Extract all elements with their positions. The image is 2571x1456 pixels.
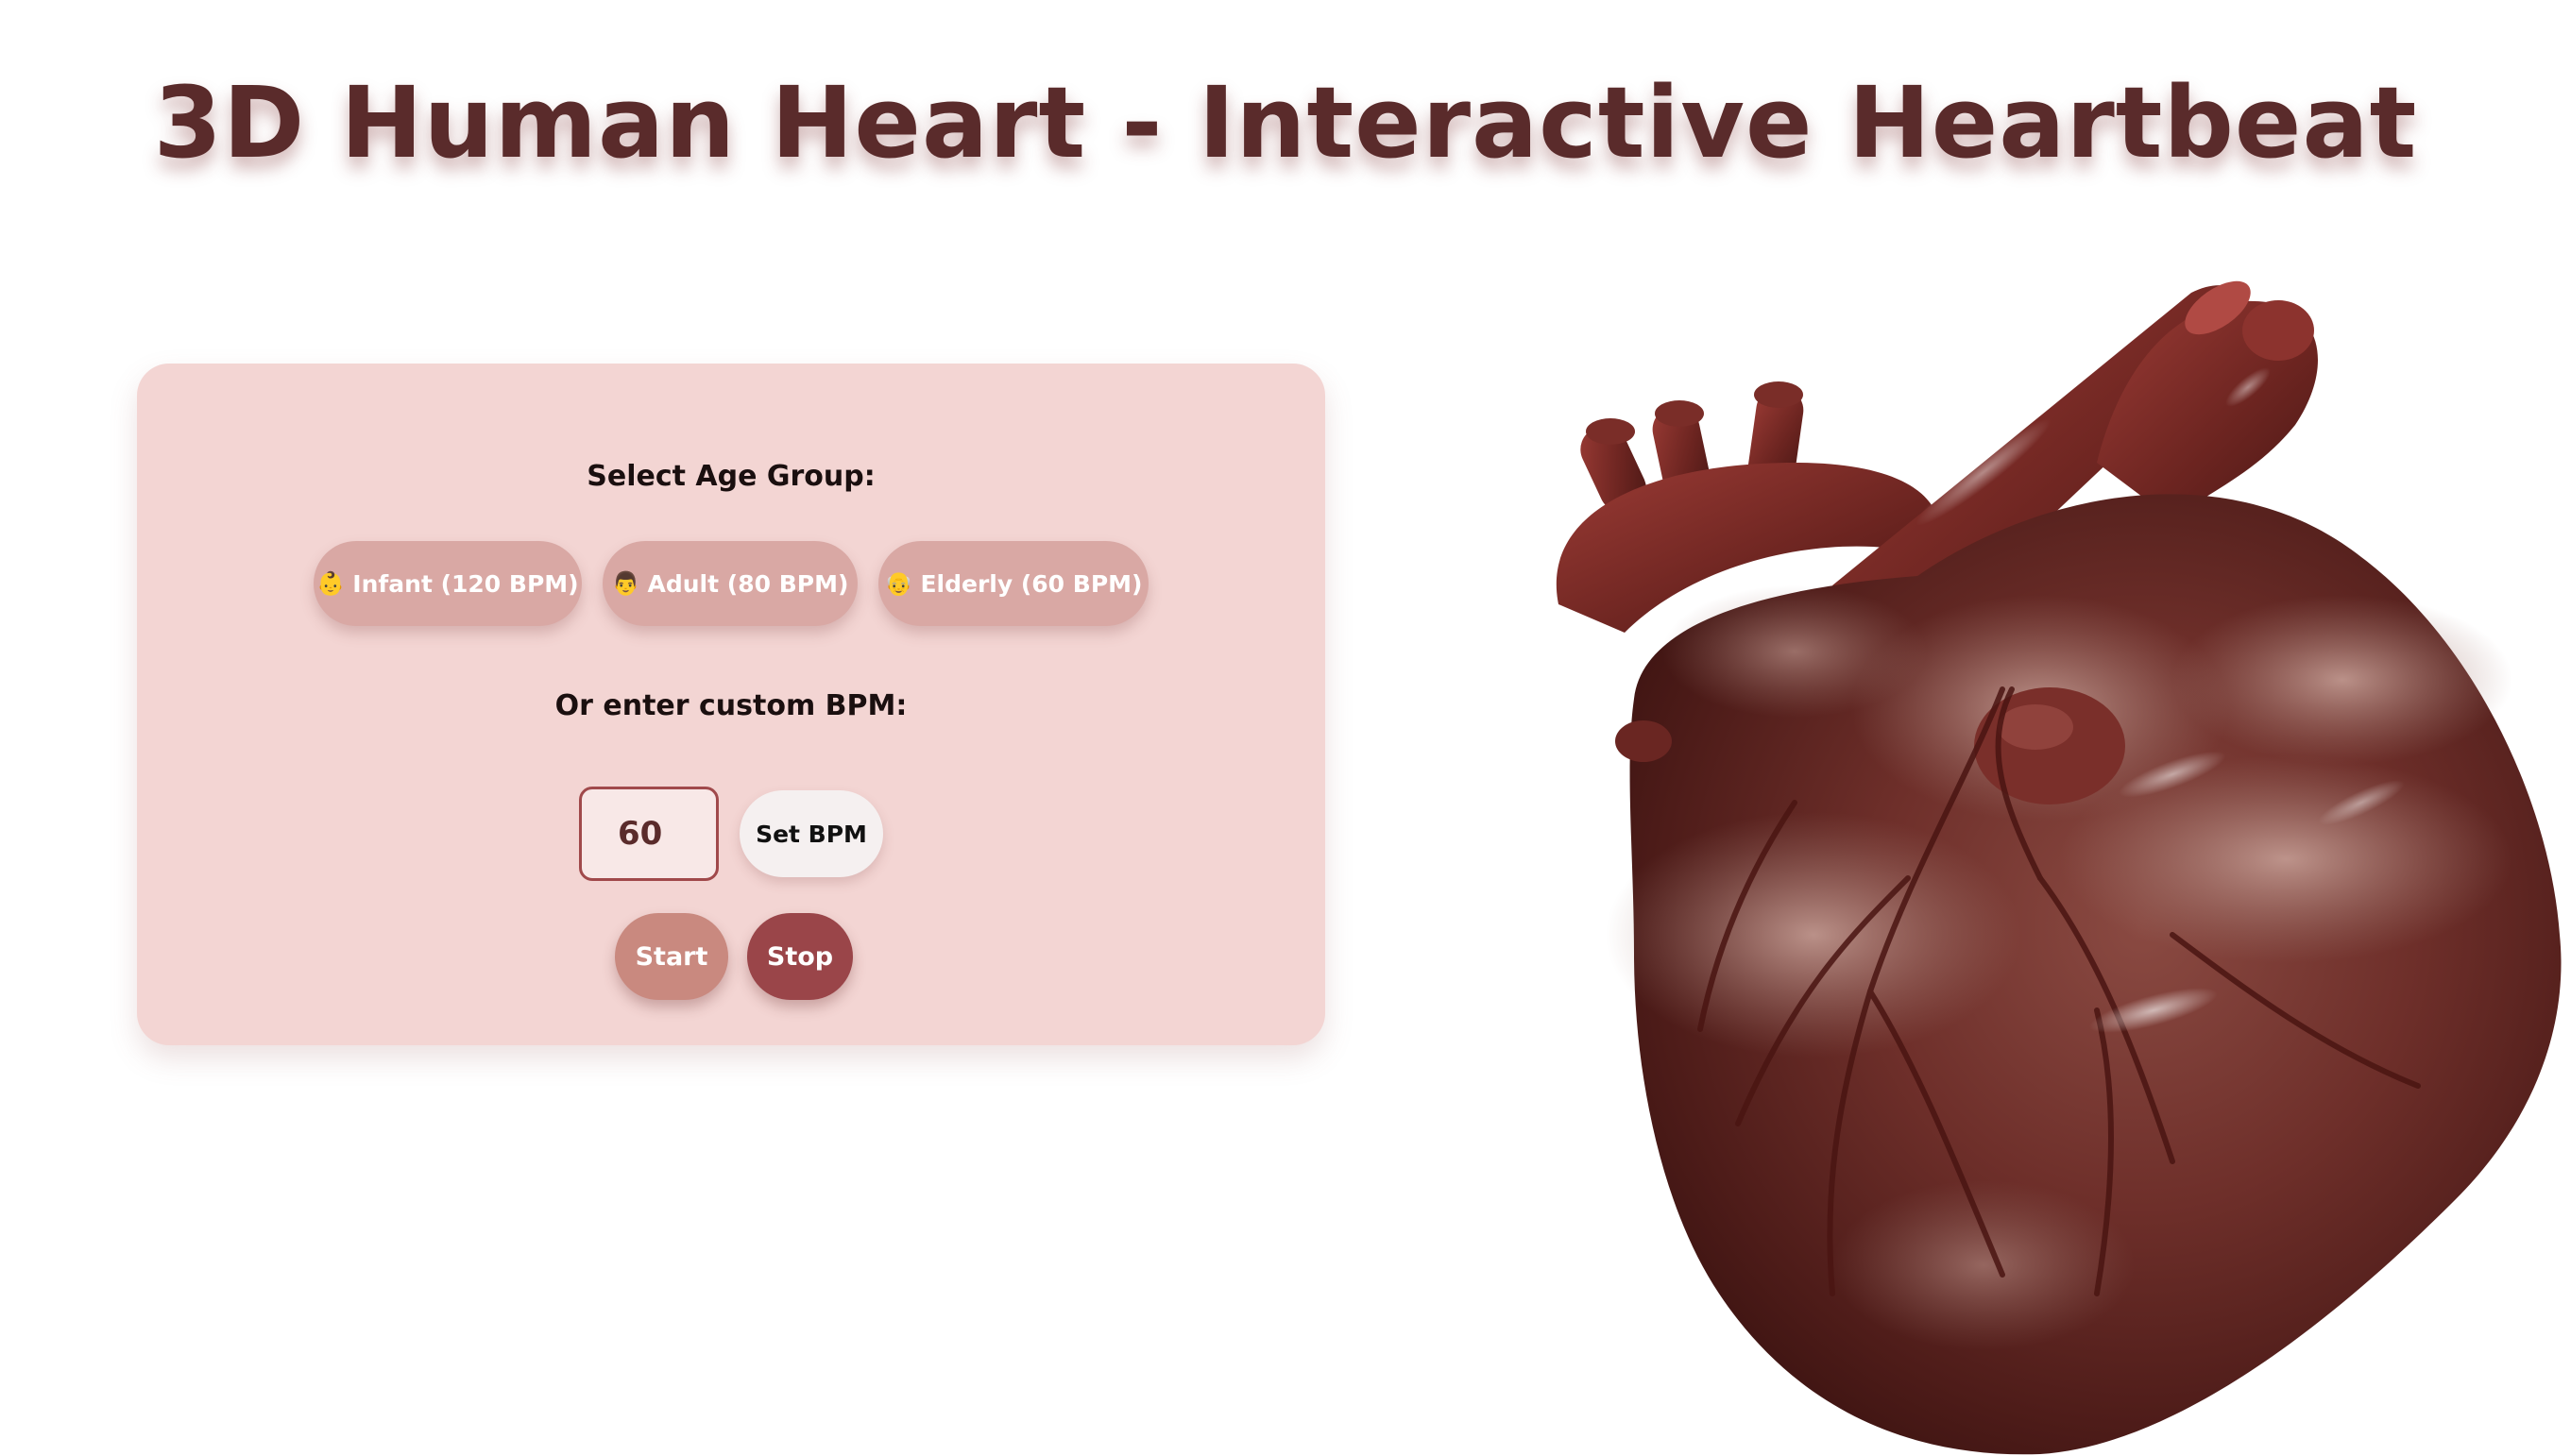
page: 3D Human Heart - Interactive Heartbeat S… [0, 0, 2571, 1456]
man-icon: 👨 [611, 570, 640, 597]
control-panel: Select Age Group: 👶 Infant (120 BPM) 👨 A… [137, 364, 1325, 1045]
old-man-icon: 👴 [884, 570, 913, 597]
start-button[interactable]: Start [615, 913, 728, 1000]
infant-button[interactable]: 👶 Infant (120 BPM) [314, 541, 582, 626]
adult-button-label: Adult (80 BPM) [647, 569, 849, 598]
run-controls: Start Stop [137, 913, 1325, 1000]
custom-bpm-label: Or enter custom BPM: [554, 689, 908, 722]
adult-button[interactable]: 👨 Adult (80 BPM) [603, 541, 858, 626]
elderly-button[interactable]: 👴 Elderly (60 BPM) [878, 541, 1149, 626]
elderly-button-label: Elderly (60 BPM) [920, 569, 1143, 598]
age-group-buttons: 👶 Infant (120 BPM) 👨 Adult (80 BPM) 👴 El… [137, 541, 1325, 626]
stop-button[interactable]: Stop [747, 913, 853, 1000]
infant-button-label: Infant (120 BPM) [352, 569, 579, 598]
baby-icon: 👶 [316, 570, 346, 597]
anatomical-heart-icon [1556, 280, 2562, 1455]
heart-model-view[interactable] [1511, 274, 2571, 1456]
bpm-input-row: Set BPM [137, 787, 1325, 881]
bpm-input[interactable] [579, 787, 719, 881]
page-title: 3D Human Heart - Interactive Heartbeat [153, 64, 2418, 180]
set-bpm-button[interactable]: Set BPM [740, 790, 883, 877]
age-group-label: Select Age Group: [587, 460, 876, 493]
